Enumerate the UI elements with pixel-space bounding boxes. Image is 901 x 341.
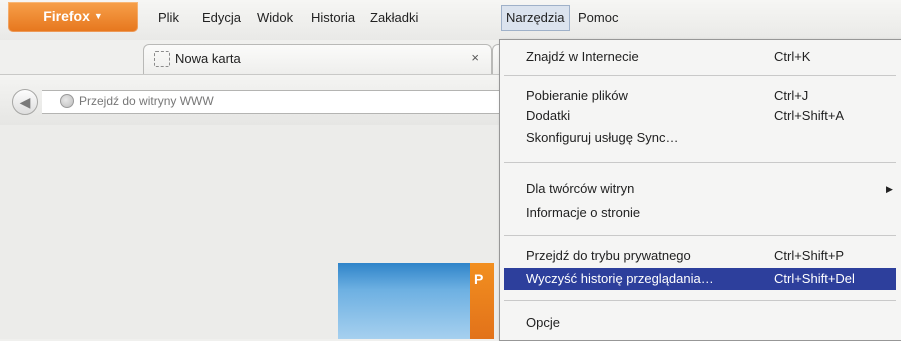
menu-item-label: Skonfiguruj usługę Sync… <box>526 130 679 145</box>
blue-banner-image <box>338 263 470 339</box>
menu-narzedzia[interactable]: Narzędzia <box>501 5 570 31</box>
menu-item-shortcut: Ctrl+J <box>774 88 809 103</box>
menu-item-dla-tworcow[interactable]: Dla twórców witryn ▶ <box>504 178 896 200</box>
menu-item-informacje[interactable]: Informacje o stronie <box>504 202 896 224</box>
menu-item-opcje[interactable]: Opcje <box>504 312 896 334</box>
blank-page-icon <box>154 51 170 67</box>
menu-separator <box>504 300 896 301</box>
menu-item-label: Dodatki <box>526 108 571 123</box>
menu-item-pobieranie[interactable]: Pobieranie plików Ctrl+J <box>504 85 896 107</box>
chevron-down-icon: ▼ <box>93 11 103 21</box>
globe-icon <box>60 94 74 108</box>
menu-separator <box>504 235 896 236</box>
tab-label: Nowa karta <box>175 51 241 66</box>
menu-widok[interactable]: Widok <box>253 6 297 30</box>
menu-item-shortcut: Ctrl+K <box>774 49 811 64</box>
menu-pomoc[interactable]: Pomoc <box>574 6 622 30</box>
menu-item-dodatki[interactable]: Dodatki Ctrl+Shift+A <box>504 105 896 127</box>
menu-historia[interactable]: Historia <box>307 6 359 30</box>
menu-item-shortcut: Ctrl+Shift+P <box>774 248 845 263</box>
url-placeholder: Przejdź do witryny WWW <box>79 94 214 108</box>
menu-item-label: Opcje <box>526 315 560 330</box>
menu-item-znajdz[interactable]: Znajdź w Internecie Ctrl+K <box>504 46 896 68</box>
menu-item-shortcut: Ctrl+Shift+A <box>774 108 845 123</box>
menu-item-label: Wyczyść historię przeglądania… <box>526 271 714 286</box>
orange-logo-image: P <box>470 263 494 339</box>
menu-item-sync[interactable]: Skonfiguruj usługę Sync… <box>504 127 896 149</box>
tab-nowa-karta[interactable]: Nowa karta × <box>143 44 492 75</box>
menu-item-label: Przejdź do trybu prywatnego <box>526 248 691 263</box>
firefox-button-label: Firefox <box>43 8 90 24</box>
firefox-menu-button[interactable]: Firefox ▼ <box>8 2 138 32</box>
close-icon[interactable]: × <box>471 50 479 65</box>
back-button[interactable]: ◀ <box>12 89 38 115</box>
menu-item-wyczysc-historie[interactable]: Wyczyść historię przeglądania… Ctrl+Shif… <box>504 268 896 290</box>
menu-item-label: Dla twórców witryn <box>526 181 635 196</box>
menu-zakladki[interactable]: Zakładki <box>366 6 422 30</box>
menu-separator <box>504 162 896 163</box>
menu-separator <box>504 75 896 76</box>
menu-item-shortcut: Ctrl+Shift+Del <box>774 271 855 286</box>
menu-item-tryb-prywatny[interactable]: Przejdź do trybu prywatnego Ctrl+Shift+P <box>504 245 896 267</box>
submenu-arrow-icon: ▶ <box>886 184 893 194</box>
menu-edycja[interactable]: Edycja <box>198 6 245 30</box>
menu-plik[interactable]: Plik <box>154 6 183 30</box>
menu-item-label: Znajdź w Internecie <box>526 49 639 64</box>
menu-item-label: Pobieranie plików <box>526 88 628 103</box>
menu-item-label: Informacje o stronie <box>526 205 641 220</box>
